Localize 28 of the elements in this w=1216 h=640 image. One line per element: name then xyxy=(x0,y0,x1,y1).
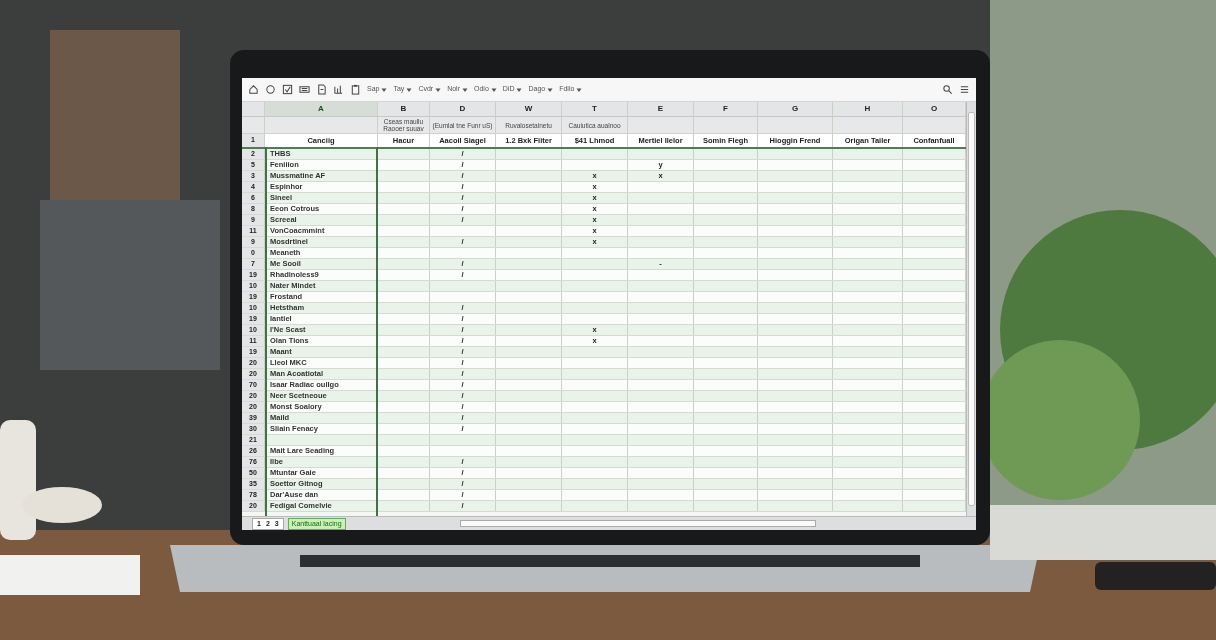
column-header[interactable]: W xyxy=(496,102,562,116)
column-header[interactable]: D xyxy=(430,102,496,116)
checkbox-icon[interactable] xyxy=(282,84,293,95)
document-icon[interactable] xyxy=(316,84,327,95)
caret-icon xyxy=(547,86,554,93)
caret-icon xyxy=(462,86,468,93)
clipboard-icon[interactable] xyxy=(350,84,361,95)
column-header[interactable]: A xyxy=(265,102,378,116)
horizontal-scrollbar[interactable] xyxy=(459,520,816,527)
caret-icon xyxy=(576,86,583,93)
menu-icon[interactable] xyxy=(959,84,970,95)
column-header[interactable]: F xyxy=(694,102,758,116)
column-header[interactable]: H xyxy=(833,102,903,116)
column-header[interactable]: G xyxy=(758,102,833,116)
caret-icon xyxy=(435,86,442,93)
vertical-scrollbar[interactable] xyxy=(966,102,976,516)
home-icon[interactable] xyxy=(248,84,259,95)
caret-icon xyxy=(381,86,388,93)
keyboard-icon[interactable] xyxy=(299,84,310,95)
chart-icon[interactable] xyxy=(333,84,344,95)
circle-icon[interactable] xyxy=(265,84,276,95)
column-header[interactable]: B xyxy=(378,102,430,116)
caret-icon xyxy=(516,86,523,93)
caret-icon xyxy=(490,86,497,93)
search-icon[interactable] xyxy=(942,84,953,95)
column-header[interactable]: T xyxy=(562,102,628,116)
column-header[interactable]: E xyxy=(628,102,694,116)
caret-icon xyxy=(406,86,413,93)
